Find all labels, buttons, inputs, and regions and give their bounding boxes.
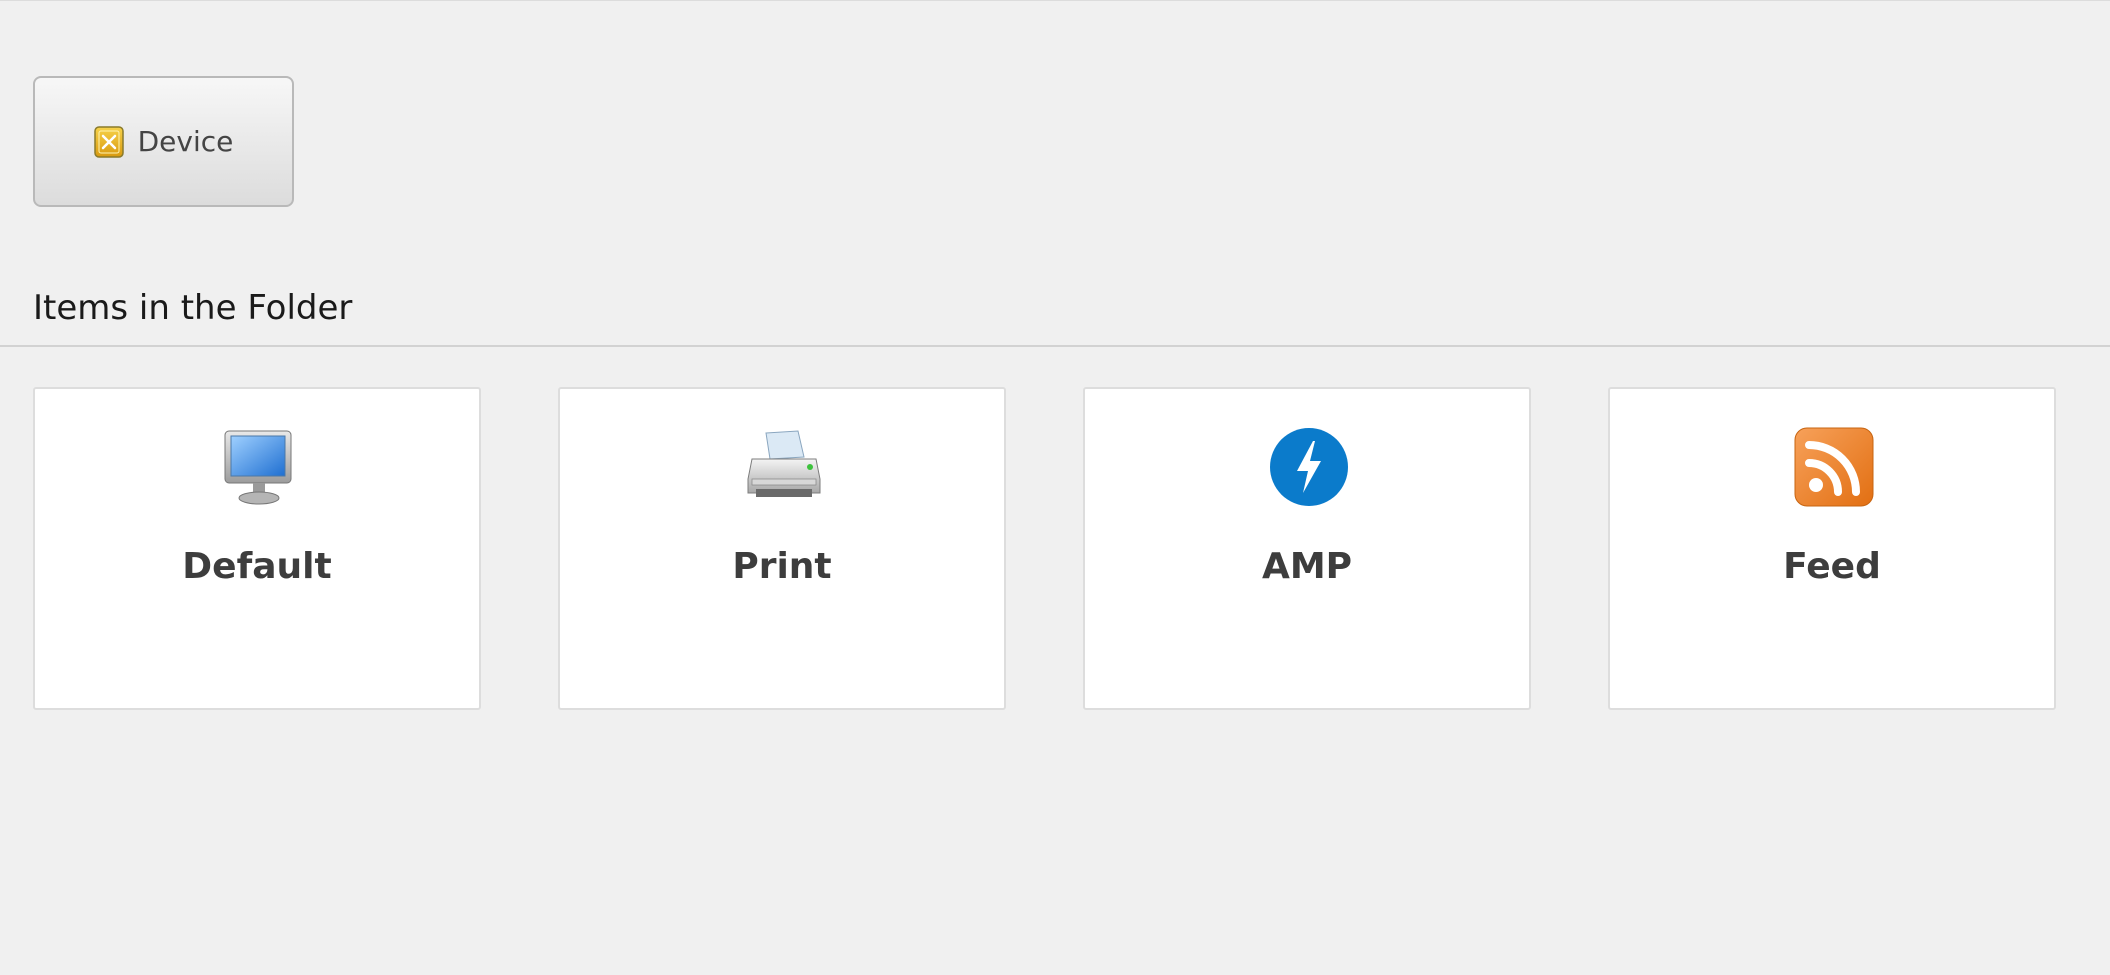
item-card-print[interactable]: Print <box>558 387 1006 710</box>
items-grid: Default Print AMP Feed <box>33 387 2056 710</box>
rss-feed-icon <box>1794 427 1874 507</box>
amp-lightning-icon <box>1270 428 1348 506</box>
item-label: Default <box>182 546 332 587</box>
item-label: Print <box>732 546 832 587</box>
item-card-feed[interactable]: Feed <box>1608 387 2056 710</box>
printer-icon <box>747 430 821 497</box>
device-icon <box>93 125 124 158</box>
device-button[interactable]: Device <box>33 76 294 207</box>
item-label: AMP <box>1261 546 1353 587</box>
section-divider <box>0 345 2110 347</box>
device-button-label: Device <box>137 125 234 158</box>
top-border <box>0 0 2110 1</box>
section-title: Items in the Folder <box>33 288 353 328</box>
item-card-amp[interactable]: AMP <box>1083 387 1531 710</box>
item-label: Feed <box>1783 546 1881 587</box>
monitor-icon <box>224 430 292 505</box>
item-card-default[interactable]: Default <box>33 387 481 710</box>
